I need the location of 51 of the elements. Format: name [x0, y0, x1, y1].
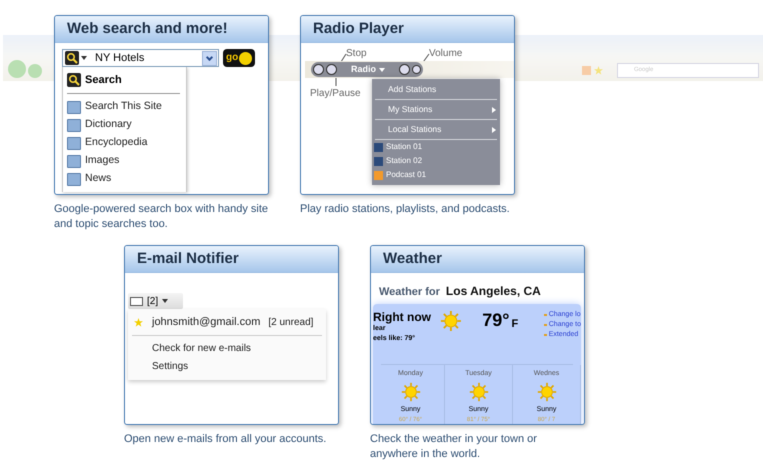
stop-label: Stop	[346, 47, 367, 61]
star-icon	[134, 318, 143, 326]
source-icon	[67, 118, 81, 132]
account-item[interactable]: johnsmith@gmail.com [2 unread]	[128, 313, 326, 331]
volume-label: Volume	[429, 47, 462, 61]
unread-count: [2 unread]	[268, 316, 314, 330]
search-icon	[65, 51, 79, 65]
card-title: E-mail Notifier	[125, 246, 338, 273]
caret-icon	[162, 299, 168, 303]
card-caption: Play radio stations, playlists, and podcasts.	[300, 202, 511, 217]
envelope-icon	[130, 296, 143, 306]
source-icon	[67, 154, 81, 168]
sun-icon	[400, 382, 420, 402]
star-icon	[594, 66, 603, 75]
sun-icon	[536, 382, 556, 402]
stop-button[interactable]	[313, 64, 324, 75]
source-icon	[67, 136, 81, 150]
card-caption: Check the weather in your town or anywhere in the world.	[370, 432, 538, 462]
mail-button[interactable]: [2]	[128, 293, 183, 309]
sun-icon	[468, 382, 488, 402]
search-menu-item[interactable]: Search This Site	[67, 98, 186, 116]
mail-menu-item[interactable]: Check for new e-mails	[128, 340, 326, 358]
caret-icon	[379, 68, 386, 72]
search-menu-item[interactable]: Dictionary	[67, 116, 186, 134]
sun-icon	[440, 310, 462, 332]
source-icon	[67, 172, 81, 186]
card-title: Web search and more!	[55, 16, 268, 43]
search-menu-item[interactable]: News	[67, 170, 186, 188]
card-title: Weather	[371, 246, 584, 273]
card-title: Radio Player	[301, 16, 514, 43]
source-icon	[67, 100, 81, 114]
go-button[interactable]: go	[223, 49, 256, 67]
location-name: Los Angeles, CA	[446, 283, 541, 300]
search-menu-item[interactable]: Encyclopedia	[67, 134, 186, 152]
weather-heading: Weather for	[379, 285, 440, 300]
mail-menu-item[interactable]: Settings	[128, 358, 326, 376]
search-menu-item[interactable]: Search	[67, 71, 186, 89]
unit-label: F	[511, 316, 518, 332]
temperature: 79°	[482, 310, 510, 330]
play-pause-label: Play/Pause	[310, 87, 361, 101]
caret-icon	[81, 56, 87, 60]
card-caption: Google-powered search box with handy site and topic searches too.	[54, 202, 269, 232]
play-button[interactable]	[326, 64, 337, 75]
volume-button[interactable]	[399, 64, 410, 75]
now-label: Right now	[373, 310, 432, 324]
field-value: NY Hotels	[95, 50, 146, 66]
search-menu-item[interactable]: Images	[67, 152, 186, 170]
volume-button[interactable]	[412, 65, 422, 74]
search-field[interactable]: NY Hotels	[62, 49, 219, 67]
card-caption: Open new e-mails from all your accounts.	[124, 432, 328, 447]
search-icon	[67, 73, 81, 87]
